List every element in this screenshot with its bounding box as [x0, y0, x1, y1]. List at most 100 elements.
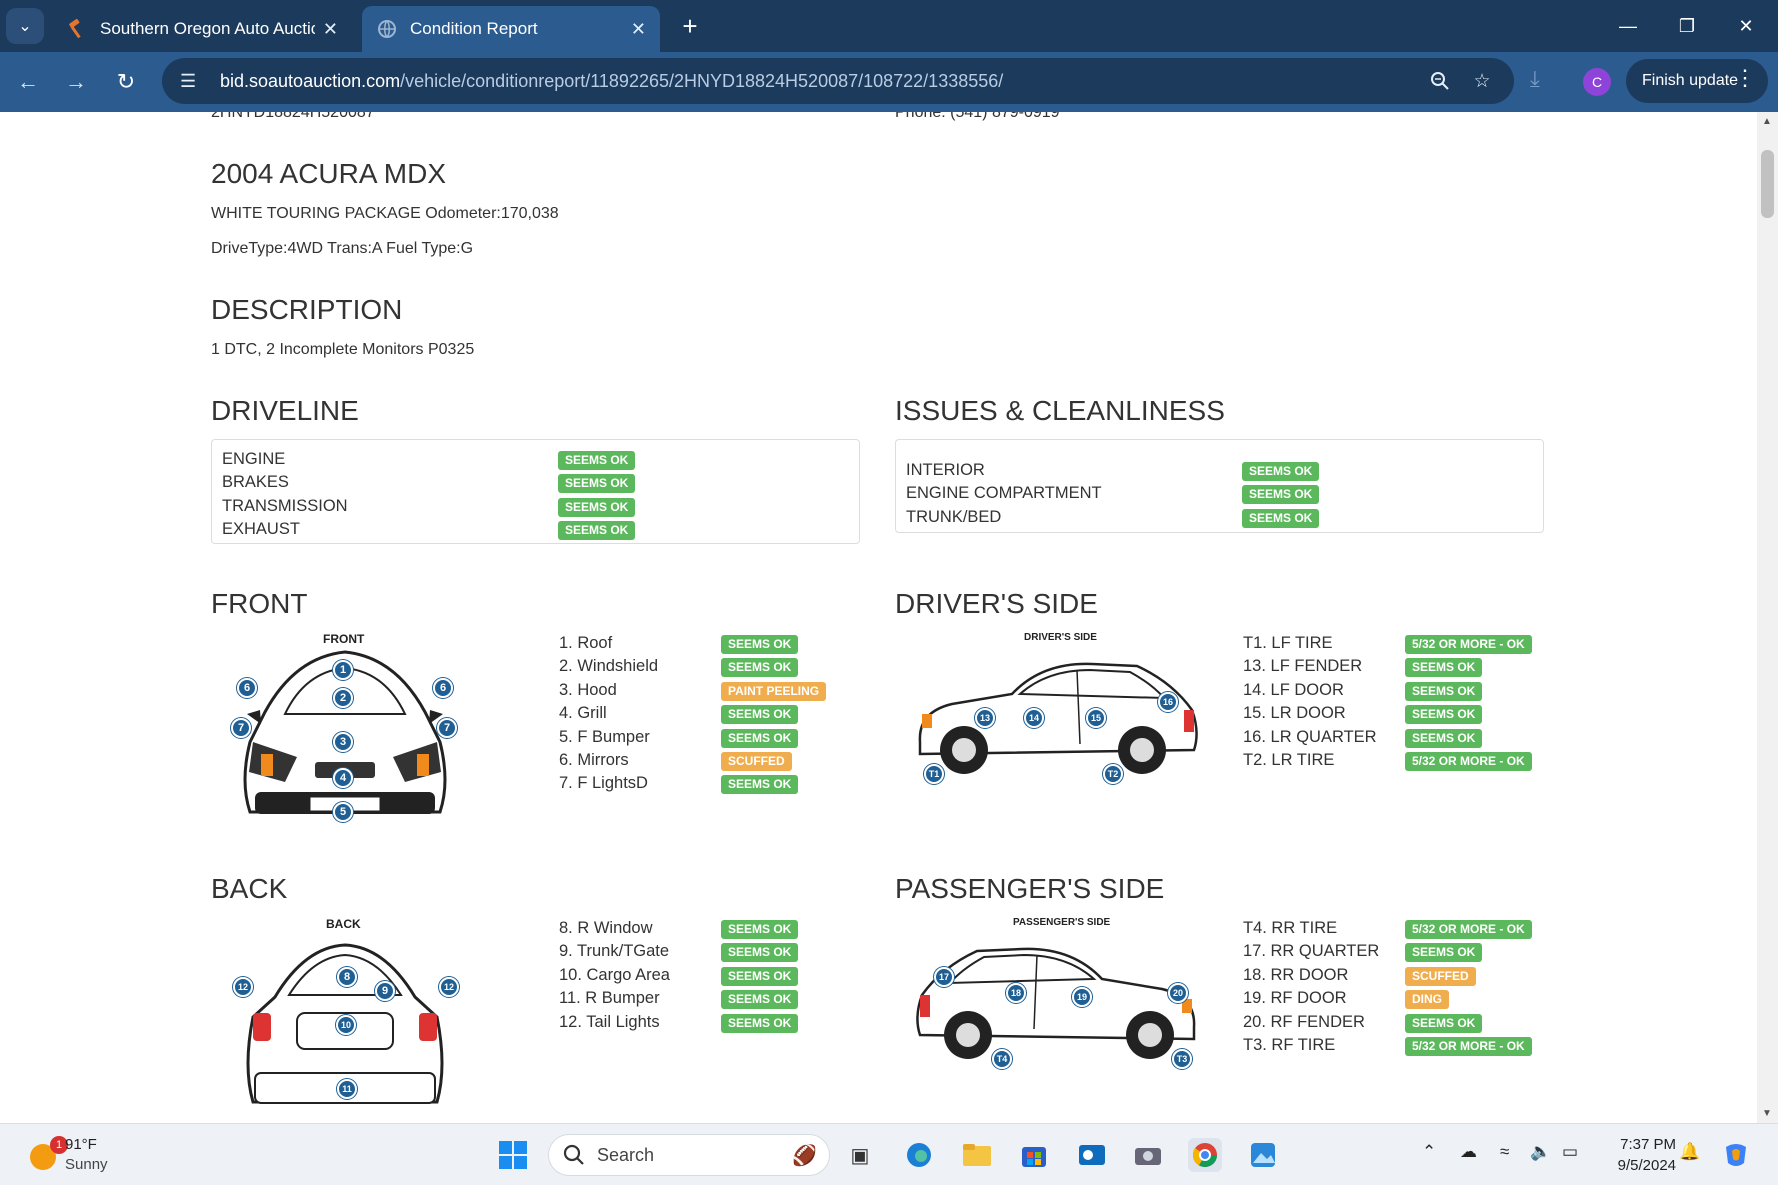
tab-search-button[interactable]: ⌄ — [6, 8, 44, 44]
condition-label: 17. RR QUARTER — [1243, 942, 1380, 961]
condition-label: 1. Roof — [559, 634, 613, 652]
back-heading: BACK — [211, 873, 288, 904]
status-badge: SEEMS OK — [1405, 658, 1483, 678]
volume-icon[interactable]: 🔈 — [1530, 1142, 1551, 1162]
download-icon[interactable]: ⤓ — [1530, 66, 1540, 92]
system-clock[interactable]: 7:37 PM 9/5/2024 — [1596, 1134, 1676, 1176]
zoom-icon[interactable] — [1426, 67, 1454, 95]
condition-row: 12. Tail Lights SEEMS OK — [559, 1011, 859, 1034]
condition-row: T1. LF TIRE 5/32 OR MORE - OK — [1243, 632, 1543, 655]
scroll-down-arrow-icon[interactable]: ▼ — [1762, 1108, 1772, 1119]
page-content: 2HNYD18824H520087 Phone: (541) 879-0919 … — [0, 112, 1757, 1123]
kebab-menu-icon[interactable]: ⋮ — [1734, 67, 1756, 89]
vin-cut: 2HNYD18824H520087 — [211, 112, 375, 121]
finish-update-button[interactable]: Finish update ⋮ — [1626, 59, 1768, 103]
condition-label: T1. LF TIRE — [1243, 634, 1333, 652]
diagram-marker: 6 — [433, 678, 453, 698]
finish-update-label: Finish update — [1642, 72, 1739, 89]
minimize-icon[interactable]: — — [1606, 8, 1650, 44]
onedrive-icon[interactable]: ☁ — [1460, 1142, 1477, 1162]
chevron-down-icon: ⌄ — [18, 18, 32, 35]
edge-icon[interactable] — [902, 1138, 936, 1172]
back-arrow-icon[interactable]: ← — [10, 64, 46, 100]
weather-desc: Sunny — [65, 1156, 108, 1173]
diagram-marker: 3 — [333, 732, 353, 752]
status-badge: SEEMS OK — [1242, 485, 1320, 505]
close-tab-icon[interactable]: ✕ — [323, 19, 338, 40]
status-badge: SEEMS OK — [558, 451, 636, 470]
condition-row: 13. LF FENDER SEEMS OK — [1243, 655, 1543, 678]
status-badge: SEEMS OK — [721, 705, 799, 725]
task-view-icon[interactable]: ▣ — [843, 1138, 877, 1172]
bookmark-star-icon[interactable]: ☆ — [1468, 67, 1496, 95]
profile-avatar[interactable]: C — [1583, 68, 1611, 96]
condition-row: INTERIOR SEEMS OK — [906, 459, 1533, 482]
close-window-icon[interactable]: ✕ — [1724, 8, 1768, 44]
drivers-side-diagram: DRIVER'S SIDE 13 14 15 16 T1 T2 — [912, 632, 1202, 792]
condition-row: EXHAUST SEEMS OK — [222, 518, 849, 541]
condition-row: 1. Roof SEEMS OK — [559, 632, 859, 655]
tray-chevron-up-icon[interactable]: ⌃ — [1422, 1142, 1436, 1162]
phone-cut: Phone: (541) 879-0919 — [895, 112, 1060, 121]
browser-toolbar: ← → ↻ ☰ bid.soautoauction.com/vehicle/co… — [0, 52, 1778, 112]
battery-icon[interactable]: ▭ — [1562, 1142, 1578, 1162]
file-explorer-icon[interactable] — [960, 1138, 994, 1172]
restore-icon[interactable]: ❐ — [1665, 8, 1709, 44]
status-badge: SEEMS OK — [558, 497, 636, 517]
taskbar-search[interactable]: Search 🏈 — [548, 1134, 830, 1176]
condition-label: T4. RR TIRE — [1243, 919, 1338, 937]
reload-icon[interactable]: ↻ — [108, 64, 144, 100]
site-settings-icon[interactable]: ☰ — [180, 71, 210, 92]
diagram-marker: 5 — [333, 802, 353, 822]
weather-widget[interactable]: 1 91°F Sunny — [20, 1134, 150, 1178]
address-bar[interactable]: ☰ bid.soautoauction.com/vehicle/conditio… — [162, 58, 1514, 104]
tab-condition-report[interactable]: Condition Report ✕ — [362, 6, 660, 52]
notification-bell-icon[interactable]: 🔔 — [1679, 1142, 1700, 1162]
football-icon: 🏈 — [792, 1144, 817, 1167]
status-badge: SEEMS OK — [1405, 1013, 1483, 1033]
condition-label: ENGINE COMPARTMENT — [906, 484, 1102, 503]
search-placeholder: Search — [597, 1144, 655, 1165]
condition-row: 16. LR QUARTER SEEMS OK — [1243, 726, 1543, 749]
tab-auction[interactable]: Southern Oregon Auto Auction ✕ — [52, 6, 352, 52]
issues-panel: INTERIOR SEEMS OK ENGINE COMPARTMENT SEEMS … — [895, 439, 1544, 533]
condition-label: 11. R Bumper — [559, 989, 660, 1008]
url-text[interactable]: bid.soautoauction.com/vehicle/conditionr… — [220, 71, 1003, 92]
scroll-up-arrow-icon[interactable]: ▲ — [1762, 116, 1772, 127]
windows-start-icon[interactable] — [496, 1138, 530, 1172]
condition-label: EXHAUST — [222, 520, 300, 539]
weather-temp: 91°F — [65, 1136, 97, 1153]
outlook-icon[interactable] — [1075, 1138, 1109, 1172]
condition-row: 17. RR QUARTER SEEMS OK — [1243, 940, 1543, 963]
condition-row: 6. Mirrors SCUFFED — [559, 749, 859, 772]
status-badge: SEEMS OK — [1405, 705, 1483, 725]
condition-row: 18. RR DOOR SCUFFED — [1243, 964, 1543, 987]
diagram-marker: T1 — [924, 764, 944, 784]
condition-label: 5. F Bumper — [559, 727, 650, 746]
chrome-icon[interactable] — [1188, 1138, 1222, 1172]
status-badge: SEEMS OK — [721, 966, 799, 986]
photos-icon[interactable] — [1246, 1138, 1280, 1172]
condition-label: INTERIOR — [906, 461, 985, 479]
driveline-heading: DRIVELINE — [211, 395, 359, 426]
search-icon — [563, 1144, 584, 1165]
condition-label: 20. RF FENDER — [1243, 1012, 1365, 1031]
wifi-icon[interactable]: ≈ — [1500, 1142, 1509, 1162]
status-badge: SEEMS OK — [1405, 681, 1483, 701]
condition-row: TRUNK/BED SEEMS OK — [906, 506, 1533, 529]
forward-arrow-icon[interactable]: → — [58, 64, 94, 100]
new-tab-plus-icon[interactable]: + — [674, 10, 706, 42]
store-icon[interactable] — [1017, 1138, 1051, 1172]
copilot-icon[interactable] — [1719, 1138, 1753, 1172]
close-tab-icon[interactable]: ✕ — [631, 19, 646, 40]
diagram-marker: 7 — [437, 718, 457, 738]
diagram-marker: 8 — [337, 967, 357, 987]
drivers-side-heading: DRIVER'S SIDE — [895, 588, 1098, 619]
status-badge: PAINT PEELING — [721, 681, 827, 701]
diagram-marker: 6 — [237, 678, 257, 698]
camera-icon[interactable] — [1131, 1138, 1165, 1172]
scrollbar-thumb[interactable] — [1761, 150, 1774, 218]
diagram-marker: 15 — [1086, 708, 1106, 728]
condition-row: TRANSMISSION SEEMS OK — [222, 495, 849, 518]
page-scrollbar[interactable]: ▲ ▼ — [1757, 112, 1778, 1123]
